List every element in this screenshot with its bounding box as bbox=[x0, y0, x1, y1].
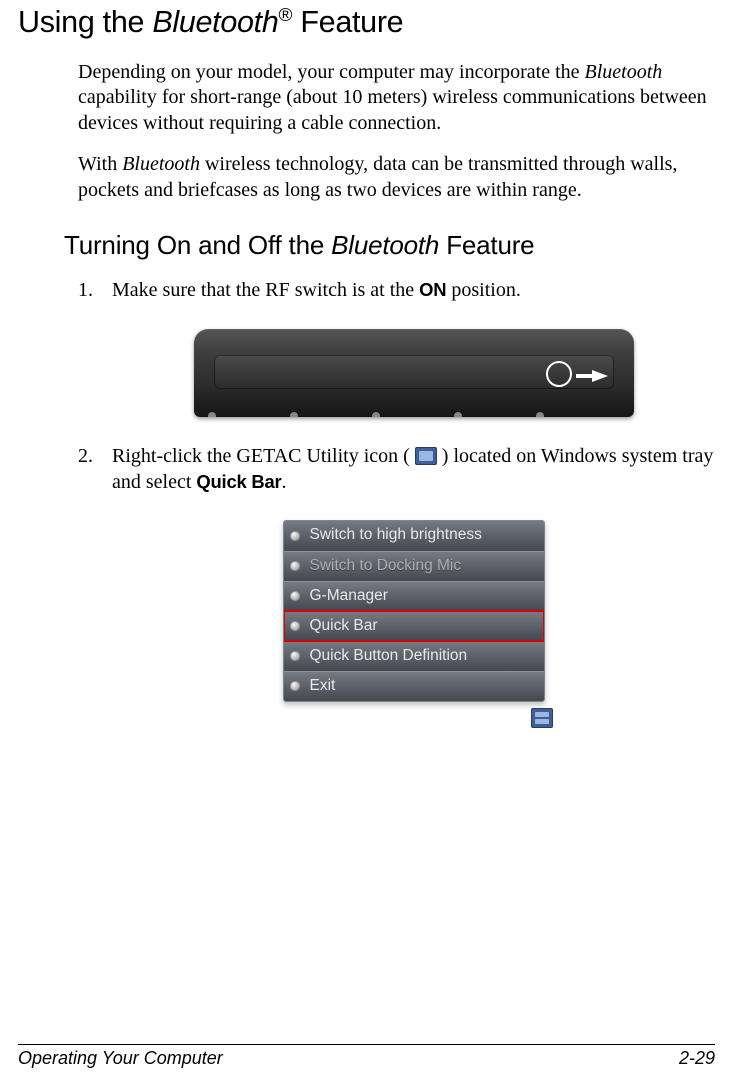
intro-paragraph-1: Depending on your model, your computer m… bbox=[78, 60, 715, 137]
menu-item-label: Switch to Docking Mic bbox=[310, 556, 544, 576]
intro-paragraph-2: With Bluetooth wireless technology, data… bbox=[78, 152, 715, 203]
bullet-icon bbox=[290, 591, 300, 601]
footer-section-name: Operating Your Computer bbox=[18, 1048, 223, 1069]
page-title: Using the Bluetooth® Feature bbox=[18, 6, 715, 40]
step1-pre: Make sure that the RF switch is at the bbox=[112, 279, 419, 301]
menu-item-switch-to-high-brightness[interactable]: Switch to high brightness bbox=[284, 521, 544, 551]
step-2: Right-click the GETAC Utility icon ( ) l… bbox=[78, 443, 715, 702]
rf-switch-arrow-icon bbox=[592, 370, 608, 382]
bullet-icon bbox=[290, 561, 300, 571]
step1-on: ON bbox=[419, 279, 446, 300]
h1-text-pre: Using the bbox=[18, 5, 152, 39]
rf-screws-row bbox=[194, 401, 634, 411]
menu-item-label: G-Manager bbox=[310, 586, 544, 606]
figure-rf-switch bbox=[194, 329, 634, 417]
step-list: Make sure that the RF switch is at the O… bbox=[78, 277, 715, 702]
menu-item-label: Quick Bar bbox=[310, 616, 544, 636]
menu-item-g-manager[interactable]: G-Manager bbox=[284, 581, 544, 611]
p1-post: capability for short-range (about 10 met… bbox=[78, 86, 707, 134]
h1-text-post: Feature bbox=[292, 5, 403, 39]
step1-post: position. bbox=[446, 279, 520, 301]
bullet-icon bbox=[290, 651, 300, 661]
menu-item-exit[interactable]: Exit bbox=[284, 671, 544, 701]
registered-mark: ® bbox=[279, 5, 293, 26]
getac-utility-icon bbox=[415, 447, 437, 465]
step2-pre: Right-click the GETAC Utility icon ( bbox=[112, 445, 415, 467]
menu-item-switch-to-docking-mic: Switch to Docking Mic bbox=[284, 551, 544, 581]
menu-item-quick-button-definition[interactable]: Quick Button Definition bbox=[284, 641, 544, 671]
menu-item-label: Quick Button Definition bbox=[310, 646, 544, 666]
h1-bluetooth: Bluetooth bbox=[152, 5, 278, 39]
bullet-icon bbox=[290, 531, 300, 541]
h2-bluetooth: Bluetooth bbox=[331, 230, 439, 260]
page-footer: Operating Your Computer 2-29 bbox=[18, 1044, 715, 1069]
bullet-icon bbox=[290, 681, 300, 691]
p2-pre: With bbox=[78, 153, 122, 175]
p1-bluetooth: Bluetooth bbox=[585, 61, 663, 83]
system-tray-getac-icon[interactable] bbox=[531, 708, 553, 728]
p2-bluetooth: Bluetooth bbox=[122, 153, 200, 175]
figure-context-menu: Switch to high brightness Switch to Docki… bbox=[283, 520, 545, 702]
section-title: Turning On and Off the Bluetooth Feature bbox=[64, 230, 715, 261]
menu-item-label: Switch to high brightness bbox=[310, 525, 544, 545]
h2-pre: Turning On and Off the bbox=[64, 230, 331, 260]
h2-post: Feature bbox=[439, 230, 534, 260]
bullet-icon bbox=[290, 621, 300, 631]
p1-pre: Depending on your model, your computer m… bbox=[78, 61, 585, 83]
menu-item-label: Exit bbox=[310, 676, 544, 696]
step2-post: . bbox=[282, 471, 287, 493]
menu-item-quick-bar[interactable]: Quick Bar bbox=[284, 611, 544, 641]
step2-quickbar: Quick Bar bbox=[196, 471, 281, 492]
step-1: Make sure that the RF switch is at the O… bbox=[78, 277, 715, 417]
context-menu: Switch to high brightness Switch to Docki… bbox=[283, 520, 545, 702]
rf-switch-callout-circle bbox=[546, 361, 572, 387]
footer-page-number: 2-29 bbox=[679, 1048, 715, 1069]
